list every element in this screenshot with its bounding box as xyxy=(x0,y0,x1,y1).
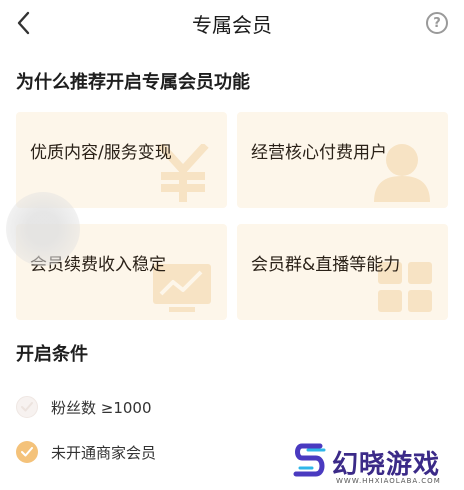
touch-ripple-indicator xyxy=(6,192,80,266)
top-bar: 专属会员 ? xyxy=(0,0,464,46)
why-section-title: 为什么推荐开启专属会员功能 xyxy=(16,72,250,93)
feature-card-group-live: 会员群&直播等能力 xyxy=(237,224,448,320)
feature-card-label: 会员群&直播等能力 xyxy=(251,255,401,275)
condition-item: 未开通商家会员 xyxy=(16,439,156,465)
feature-card-label: 经营核心付费用户 xyxy=(251,143,387,163)
check-circle-icon xyxy=(16,441,38,463)
watermark-emblem-icon xyxy=(293,443,326,477)
feature-card-core-users: 经营核心付费用户 xyxy=(237,112,448,208)
condition-text: 未开通商家会员 xyxy=(51,443,157,462)
condition-item: 粉丝数 ≥1000 xyxy=(16,394,152,420)
conditions-section-title: 开启条件 xyxy=(16,344,88,365)
watermark-logo: 幻晓游戏 WWW.HHXIAOLABA.COM xyxy=(292,440,460,488)
check-circle-icon xyxy=(16,396,38,418)
condition-text: 粉丝数 ≥1000 xyxy=(51,398,152,417)
help-circle-icon: ? xyxy=(433,15,441,31)
help-button[interactable]: ? xyxy=(426,12,448,34)
page-title: 专属会员 xyxy=(192,13,272,37)
watermark-title: 幻晓游戏 xyxy=(332,450,441,480)
feature-card-label: 优质内容/服务变现 xyxy=(30,143,172,163)
watermark-url: WWW.HHXIAOLABA.COM xyxy=(336,477,441,485)
